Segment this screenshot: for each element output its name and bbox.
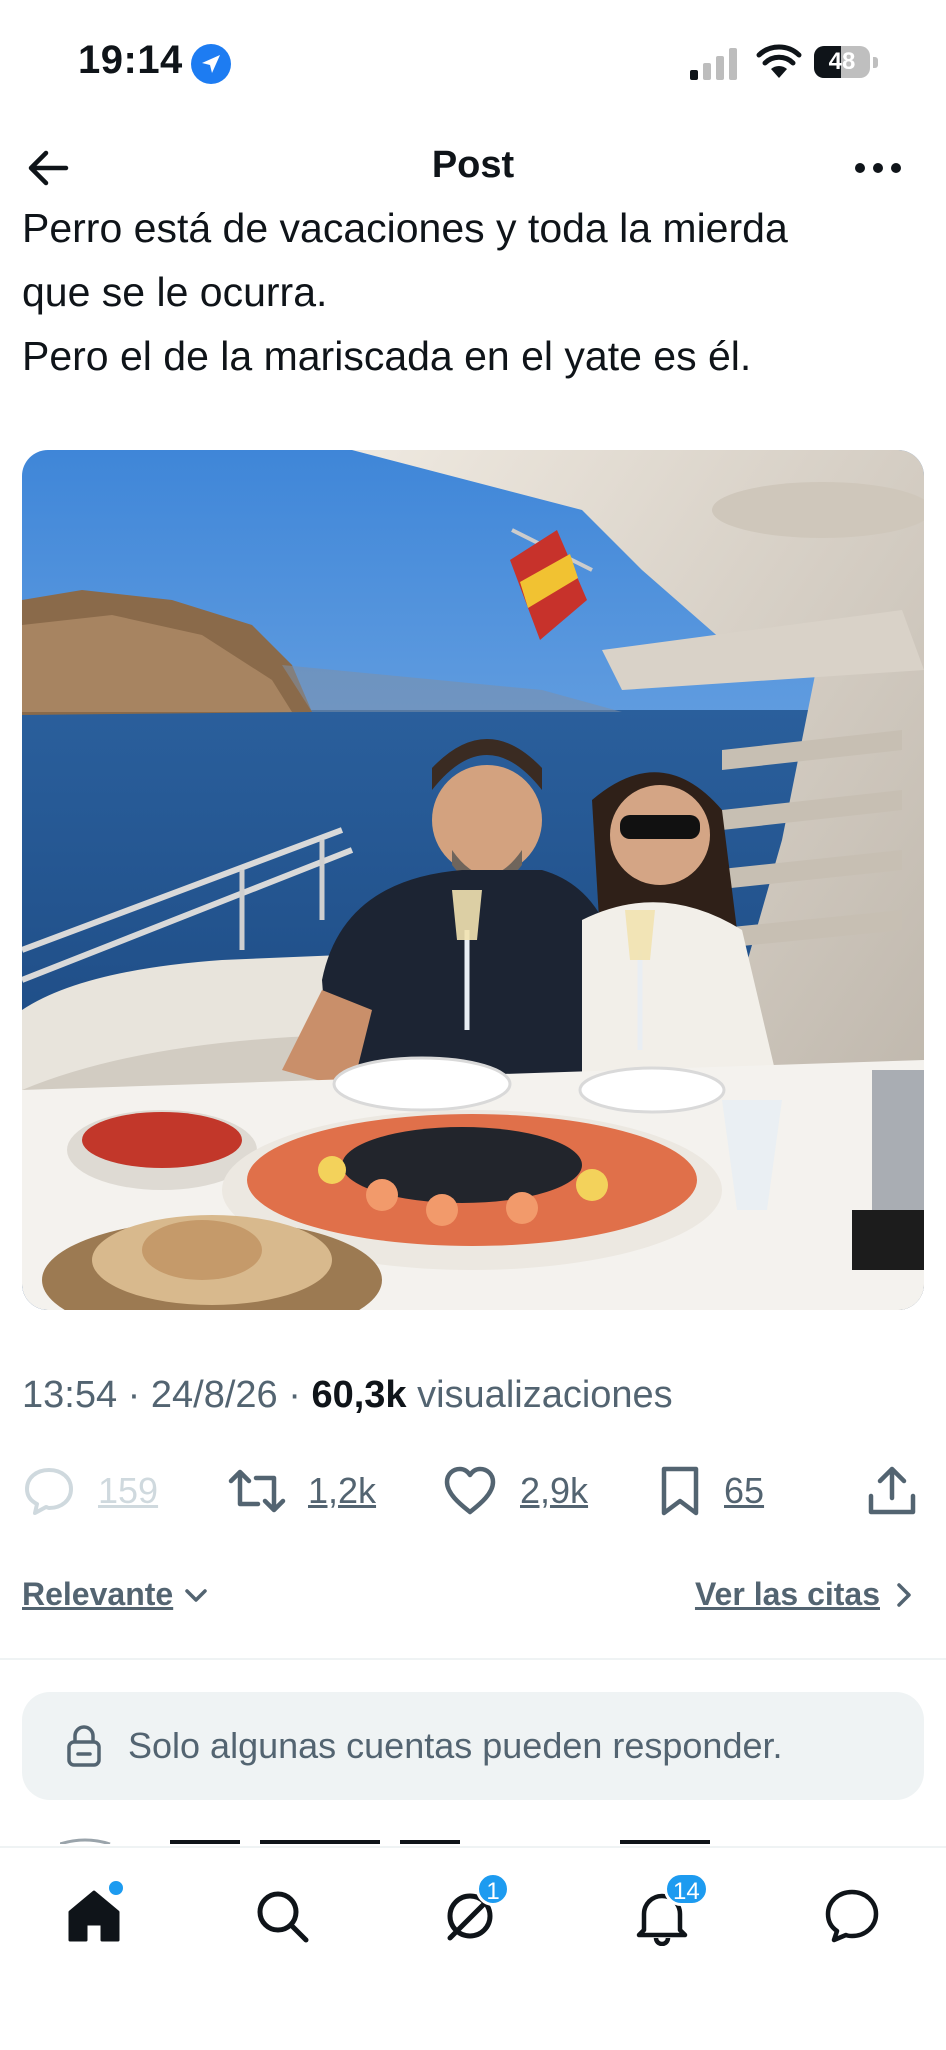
tab-notifications[interactable]: 14	[622, 1872, 709, 1956]
tab-search[interactable]	[242, 1876, 322, 1956]
location-arrow-icon	[191, 44, 231, 84]
share-button[interactable]	[866, 1456, 918, 1526]
lock-icon	[67, 1725, 101, 1767]
heart-icon	[444, 1466, 496, 1515]
repost-button[interactable]: 1,2k	[228, 1456, 376, 1526]
sort-label: Relevante	[22, 1576, 174, 1612]
post-text-line: Pero el de la mariscada en el yate es él…	[22, 333, 752, 379]
more-dots-icon	[855, 163, 901, 173]
reply-restriction-text: Solo algunas cuentas pueden responder.	[128, 1725, 783, 1766]
sort-dropdown[interactable]: Relevante	[22, 1576, 213, 1613]
views-label: visualizaciones	[417, 1374, 673, 1416]
wifi-icon	[756, 44, 802, 78]
views-count: 60,3k	[311, 1374, 407, 1416]
post-actions: 159 1,2k 2,9k 65	[0, 1456, 946, 1526]
yacht-dinner-photo	[22, 450, 924, 1310]
chevron-right-icon	[897, 1582, 911, 1607]
view-quotes-label: Ver las citas	[694, 1576, 880, 1612]
battery-icon: 48	[814, 46, 878, 80]
search-icon	[257, 1891, 309, 1943]
bottom-tab-bar: 1 14	[0, 1846, 946, 2050]
post-time: 13:54	[22, 1374, 118, 1416]
next-reply-peek	[60, 1838, 710, 1844]
reply-button[interactable]: 159	[22, 1456, 158, 1526]
repost-icon	[228, 1469, 286, 1513]
view-quotes-link[interactable]: Ver las citas	[695, 1576, 914, 1613]
bookmark-icon	[661, 1466, 699, 1516]
messages-badge: 1	[476, 1872, 510, 1906]
reply-count: 159	[98, 1470, 159, 1511]
more-options-button[interactable]	[850, 144, 906, 192]
post-text-line: que se le ocurra.	[22, 269, 328, 315]
chevron-down-icon	[185, 1588, 207, 1602]
battery-level: 48	[828, 48, 856, 75]
divider	[0, 1658, 946, 1660]
post-date: 24/8/26	[150, 1374, 278, 1416]
replies-sort-bar: Relevante Ver las citas	[0, 1568, 946, 1632]
home-unread-dot	[106, 1878, 126, 1898]
bookmark-count: 65	[724, 1470, 765, 1511]
page-title: Post	[431, 144, 515, 186]
reply-restriction-notice: Solo algunas cuentas pueden responder.	[22, 1692, 924, 1800]
chat-bubble-icon	[825, 1889, 879, 1943]
tab-grok[interactable]: 1	[432, 1872, 512, 1956]
tab-home[interactable]	[54, 1876, 134, 1956]
tab-messages[interactable]	[812, 1876, 892, 1956]
repost-count: 1,2k	[308, 1470, 377, 1511]
post-image[interactable]	[22, 450, 924, 1310]
like-count: 2,9k	[520, 1470, 589, 1511]
like-button[interactable]: 2,9k	[442, 1456, 588, 1526]
share-icon	[868, 1466, 916, 1515]
post-meta: 13:54 · 24/8/26 · 60,3k visualizaciones	[22, 1374, 673, 1416]
status-bar: 19:14 48	[0, 0, 946, 126]
post-text: Perro está de vacaciones y toda la mierd…	[22, 196, 932, 388]
reply-bubble-icon	[25, 1468, 73, 1515]
notifications-badge: 14	[664, 1872, 709, 1906]
post-header: Post	[0, 126, 946, 210]
status-time: 19:14	[78, 38, 183, 82]
bookmark-button[interactable]: 65	[658, 1456, 764, 1526]
cellular-signal-icon	[690, 48, 737, 80]
